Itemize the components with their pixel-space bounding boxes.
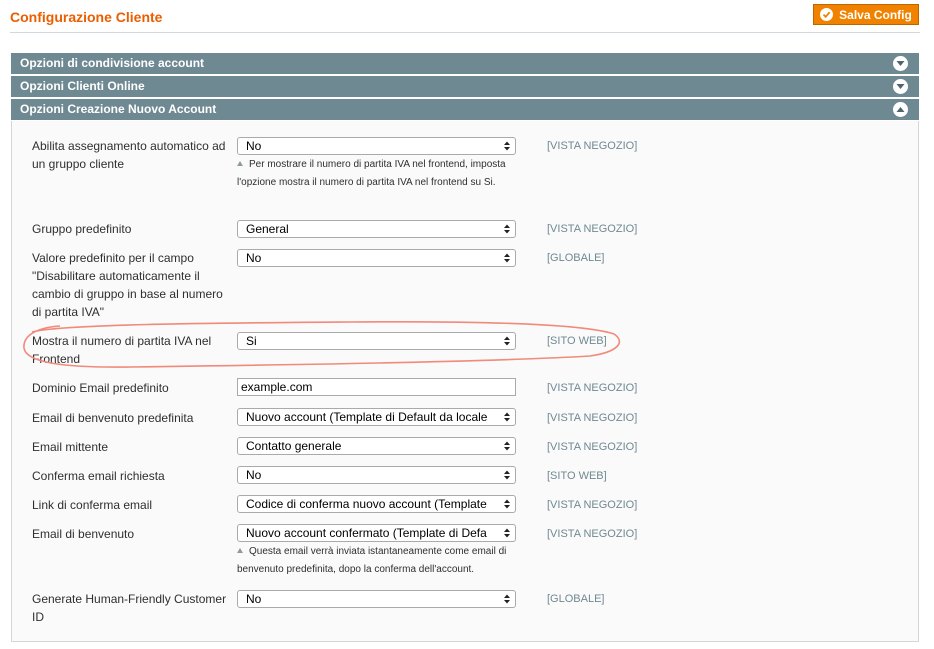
field-label-email-sender: Email mittente — [32, 440, 109, 454]
welcome-email-select[interactable]: Nuovo account confermato (Template di De… — [237, 524, 516, 542]
disable-auto-group-change-select[interactable]: No — [237, 249, 516, 267]
scope-label: [VISTA NEGOZIO] — [547, 499, 638, 511]
scope-label: [VISTA NEGOZIO] — [547, 223, 638, 235]
note-text: Per mostrare il numero di partita IVA ne… — [237, 159, 506, 188]
note-arrow-icon — [237, 548, 243, 553]
field-label-disable-auto-group-change: Valore predefinito per il campo "Disabil… — [32, 251, 223, 319]
section-title: Opzioni Clienti Online — [20, 79, 145, 93]
scope-label: [VISTA NEGOZIO] — [547, 140, 638, 152]
updown-arrows-icon — [504, 253, 510, 263]
select-value: No — [246, 468, 262, 482]
human-friendly-id-select[interactable]: No — [237, 590, 516, 608]
annotation-oval — [23, 320, 621, 368]
default-email-domain-input[interactable]: example.com — [237, 378, 516, 396]
select-value: No — [246, 251, 262, 265]
section-header-create-account[interactable]: Opzioni Creazione Nuovo Account — [11, 99, 919, 120]
check-circle-icon — [820, 8, 834, 21]
create-account-options-panel: Abilita assegnamento automatico ad un gr… — [11, 121, 919, 642]
scope-label: [SITO WEB] — [547, 470, 607, 482]
select-value: Contatto generale — [246, 439, 342, 453]
field-note: Per mostrare il numero di partita IVA ne… — [237, 156, 527, 192]
updown-arrows-icon — [504, 441, 510, 451]
select-value: Nuovo account (Template di Default da lo… — [246, 410, 488, 424]
select-value: Codice di conferma nuovo account (Templa… — [246, 497, 487, 511]
field-label-email-confirmation-required: Conferma email richiesta — [32, 469, 165, 483]
section-title: Opzioni di condivisione account — [20, 56, 205, 70]
email-sender-select[interactable]: Contatto generale — [237, 437, 516, 455]
section-title: Opzioni Creazione Nuovo Account — [20, 102, 217, 116]
default-welcome-email-select[interactable]: Nuovo account (Template di Default da lo… — [237, 408, 516, 426]
input-value: example.com — [241, 380, 313, 394]
section-header-account-sharing[interactable]: Opzioni di condivisione account — [11, 53, 919, 74]
field-label-default-welcome-email: Email di benvenuto predefinita — [32, 411, 194, 425]
chevron-down-icon[interactable] — [893, 79, 908, 94]
title-divider — [10, 32, 920, 33]
updown-arrows-icon — [504, 594, 510, 604]
updown-arrows-icon — [504, 528, 510, 538]
scope-label: [VISTA NEGOZIO] — [547, 441, 638, 453]
note-text: Questa email verrà inviata istantaneamen… — [237, 546, 507, 575]
default-group-select[interactable]: General — [237, 220, 516, 238]
section-header-online-customers[interactable]: Opzioni Clienti Online — [11, 76, 919, 97]
save-config-button[interactable]: Salva Config — [813, 4, 919, 25]
updown-arrows-icon — [504, 470, 510, 480]
chevron-down-icon[interactable] — [893, 56, 908, 71]
select-value: No — [246, 592, 262, 606]
field-label-confirmation-link-email: Link di conferma email — [32, 498, 153, 512]
note-arrow-icon — [237, 161, 243, 166]
scope-label: [GLOBALE] — [547, 252, 605, 264]
field-label-human-friendly-id: Generate Human-Friendly Customer ID — [32, 592, 227, 624]
updown-arrows-icon — [504, 412, 510, 422]
field-label-auto-group-assign: Abilita assegnamento automatico ad un gr… — [32, 139, 226, 171]
page-title: Configurazione Cliente — [10, 9, 163, 25]
save-config-label: Salva Config — [839, 7, 912, 22]
scope-label: [GLOBALE] — [547, 593, 605, 605]
scope-label: [VISTA NEGOZIO] — [547, 382, 638, 394]
scope-label: [VISTA NEGOZIO] — [547, 528, 638, 540]
field-label-welcome-email: Email di benvenuto — [32, 527, 135, 541]
updown-arrows-icon — [504, 224, 510, 234]
email-confirmation-required-select[interactable]: No — [237, 466, 516, 484]
updown-arrows-icon — [504, 499, 510, 509]
field-note: Questa email verrà inviata istantaneamen… — [237, 543, 527, 579]
field-label-default-group: Gruppo predefinito — [32, 222, 132, 236]
select-value: General — [246, 222, 289, 236]
field-label-default-email-domain: Dominio Email predefinito — [32, 381, 169, 395]
chevron-up-icon[interactable] — [893, 102, 908, 117]
select-value: No — [246, 139, 262, 153]
select-value: Nuovo account confermato (Template di De… — [246, 526, 487, 540]
confirmation-link-email-select[interactable]: Codice di conferma nuovo account (Templa… — [237, 495, 516, 513]
auto-group-assign-select[interactable]: No — [237, 137, 516, 155]
scope-label: [VISTA NEGOZIO] — [547, 412, 638, 424]
updown-arrows-icon — [504, 141, 510, 151]
